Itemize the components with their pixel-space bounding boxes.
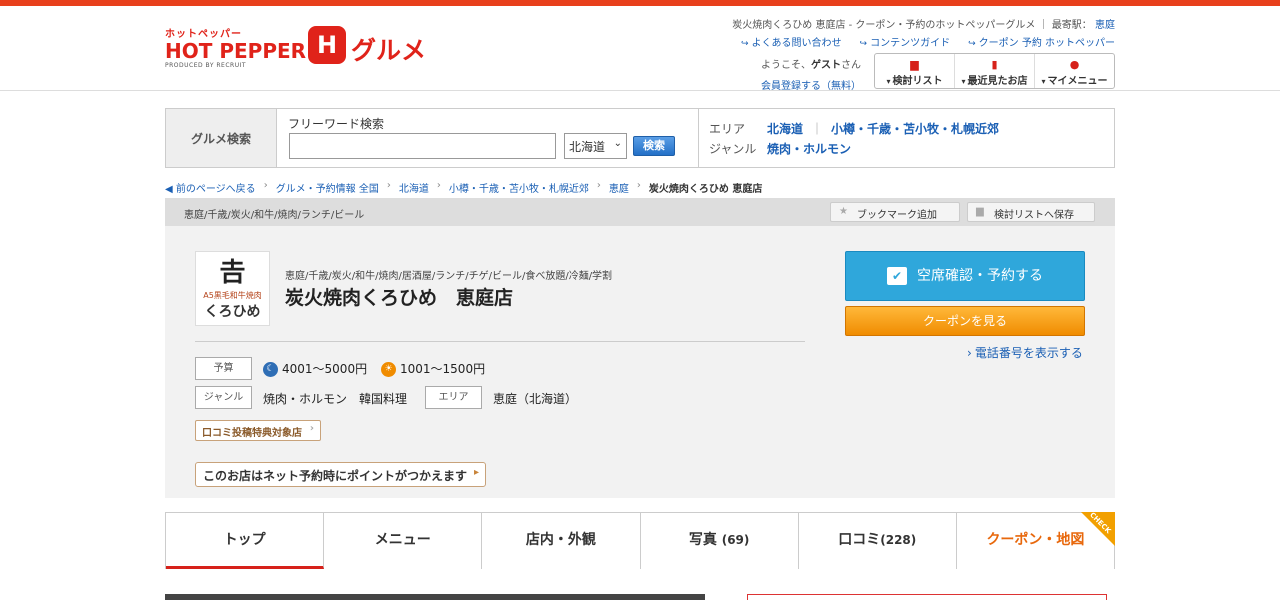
genre-link[interactable]: 焼肉・ホルモン — [767, 139, 851, 159]
breadcrumb-item[interactable]: グルメ・予約情報 全国 — [276, 180, 379, 195]
freeword-label: フリーワード検索 — [288, 117, 385, 131]
area-link-hokkaido[interactable]: 北海道 — [767, 119, 803, 139]
nearest-label: 最寄駅： — [1051, 20, 1092, 31]
area-key: エリア — [709, 122, 746, 136]
area-label: エリア — [425, 386, 482, 409]
person-icon: ● — [1069, 58, 1080, 71]
shop-name: 炭火焼肉くろひめ 恵庭店 — [285, 287, 514, 309]
logo-name: くろひめ — [204, 304, 261, 320]
nearest-station-link[interactable]: 恵庭 — [1095, 20, 1115, 31]
history-icon: ▮ — [991, 58, 998, 71]
area-link-otaru[interactable]: 小樽・千歳・苫小牧・札幌近郊 — [831, 119, 999, 139]
logo-gourmet-text: グルメ — [351, 36, 427, 65]
logo-subtitle: A5黒毛和牛焼肉 — [203, 291, 262, 300]
search-section-label: グルメ検索 — [166, 109, 277, 167]
show-phone-link[interactable]: 電話番号を表示する — [967, 344, 1083, 361]
shop-logo-image: 𠮷 A5黒毛和牛焼肉 くろひめ — [195, 251, 270, 326]
reserve-button[interactable]: ✔ 空席確認・予約する — [845, 251, 1085, 301]
site-header: ホットペッパー HOT PEPPER PRODUCED BY RECRUIT H… — [0, 6, 1280, 92]
header-links: よくある問い合わせ コンテンツガイド クーポン 予約 ホットペッパー — [741, 34, 1115, 49]
photo-gallery-strip — [165, 594, 705, 600]
list-icon: ▆ — [910, 58, 919, 71]
tab-interior[interactable]: 店内・外観 — [482, 513, 641, 569]
tab-reviews[interactable]: 口コミ(228) — [799, 513, 957, 569]
tagline-text: 炭火焼肉くろひめ 恵庭店 - クーポン・予約のホットペッパーグルメ — [732, 20, 1036, 31]
strip-tags: 恵庭/千歳/炭火/和牛/焼肉/ランチ/ビール — [184, 210, 365, 221]
gourmet-search-panel: グルメ検索 フリーワード検索 北海道 検索 エリア 北海道 ｜ 小樽・千歳・苫小… — [165, 108, 1115, 168]
coupon-button[interactable]: クーポンを見る — [845, 306, 1085, 336]
faq-link[interactable]: よくある問い合わせ — [741, 34, 842, 49]
tab-coupon-map[interactable]: クーポン・地図 CHECK — [957, 511, 1116, 569]
breadcrumb-item[interactable]: 北海道 — [399, 180, 429, 195]
moon-icon: ☾ — [263, 362, 278, 377]
dinner-budget: ☾ 4001～5000円 — [263, 360, 367, 377]
logo-mark: 𠮷 — [219, 258, 246, 288]
tab-photos[interactable]: 写真 (69) — [641, 513, 799, 569]
content-guide-link[interactable]: コンテンツガイド — [860, 34, 950, 49]
register-link[interactable]: 会員登録する（無料） — [761, 77, 861, 92]
genre-value: 焼肉・ホルモン 韓国料理 — [263, 392, 408, 406]
divider — [195, 341, 805, 342]
genre-key: ジャンル — [709, 142, 757, 156]
my-menu-button[interactable]: ● マイメニュー — [1035, 54, 1114, 88]
bookmark-button[interactable]: ★ ブックマーク追加 — [830, 202, 960, 222]
review-bonus-badge[interactable]: 口コミ投稿特典対象店 — [195, 420, 321, 441]
hotpepper-h-icon: H — [308, 26, 346, 64]
breadcrumb-item[interactable]: 小樽・千歳・苫小牧・札幌近郊 — [449, 180, 589, 195]
search-button[interactable]: 検索 — [633, 136, 675, 156]
calendar-icon: ✔ — [887, 267, 907, 285]
lunch-budget: ☀ 1001～1500円 — [381, 360, 485, 377]
welcome-text: ようこそ、ゲストさん — [761, 60, 861, 71]
header-tagline: 炭火焼肉くろひめ 恵庭店 - クーポン・予約のホットペッパーグルメ ｜ 最寄駅：… — [732, 20, 1115, 31]
shop-tags: 恵庭/千歳/炭火/和牛/焼肉/居酒屋/ランチ/チゲ/ビール/食べ放題/冷麺/学割 — [285, 271, 613, 282]
shop-tabs: トップ メニュー 店内・外観 写真 (69) 口コミ(228) クーポン・地図 … — [165, 511, 1116, 569]
consider-list-button[interactable]: ▆ 検討リスト — [875, 54, 955, 88]
breadcrumb: ◀ 前のページへ戻る › グルメ・予約情報 全国 › 北海道 › 小樽・千歳・苫… — [165, 180, 763, 195]
list-icon: ▆ — [976, 206, 984, 217]
shop-tag-strip: 恵庭/千歳/炭火/和牛/焼肉/ランチ/ビール ★ ブックマーク追加 ▆ 検討リス… — [165, 198, 1115, 226]
breadcrumb-current: 炭火焼肉くろひめ 恵庭店 — [648, 184, 763, 195]
breadcrumb-item[interactable]: 恵庭 — [609, 180, 629, 195]
coupon-link[interactable]: クーポン 予約 ホットペッパー — [968, 34, 1115, 49]
star-icon: ★ — [839, 206, 848, 217]
current-filters: エリア 北海道 ｜ 小樽・千歳・苫小牧・札幌近郊 ジャンル 焼肉・ホルモン — [699, 109, 1114, 167]
hotpepper-logo[interactable]: ホットペッパー HOT PEPPER PRODUCED BY RECRUIT H… — [165, 25, 435, 79]
net-reserve-points-banner[interactable]: このお店はネット予約時にポイントがつかえます — [195, 462, 487, 487]
genre-label: ジャンル — [195, 386, 252, 409]
back-link[interactable]: ◀ 前のページへ戻る — [165, 180, 256, 195]
area-select[interactable]: 北海道 — [564, 133, 627, 159]
area-value: 恵庭（北海道） — [493, 392, 578, 406]
tab-menu[interactable]: メニュー — [324, 513, 483, 569]
user-menu: ▆ 検討リスト ▮ 最近見たお店 ● マイメニュー — [874, 53, 1115, 89]
tab-top[interactable]: トップ — [166, 513, 325, 569]
side-panel-edge — [747, 594, 1107, 600]
shop-info-box: 恵庭/千歳/炭火/和牛/焼肉/ランチ/ビール ★ ブックマーク追加 ▆ 検討リス… — [165, 198, 1115, 498]
budget-label: 予算 — [195, 357, 252, 380]
recent-shops-button[interactable]: ▮ 最近見たお店 — [955, 54, 1035, 88]
sun-icon: ☀ — [381, 362, 396, 377]
save-to-list-button[interactable]: ▆ 検討リストへ保存 — [967, 202, 1095, 222]
freeword-input[interactable] — [289, 133, 556, 159]
freeword-search: フリーワード検索 北海道 検索 — [277, 109, 699, 167]
